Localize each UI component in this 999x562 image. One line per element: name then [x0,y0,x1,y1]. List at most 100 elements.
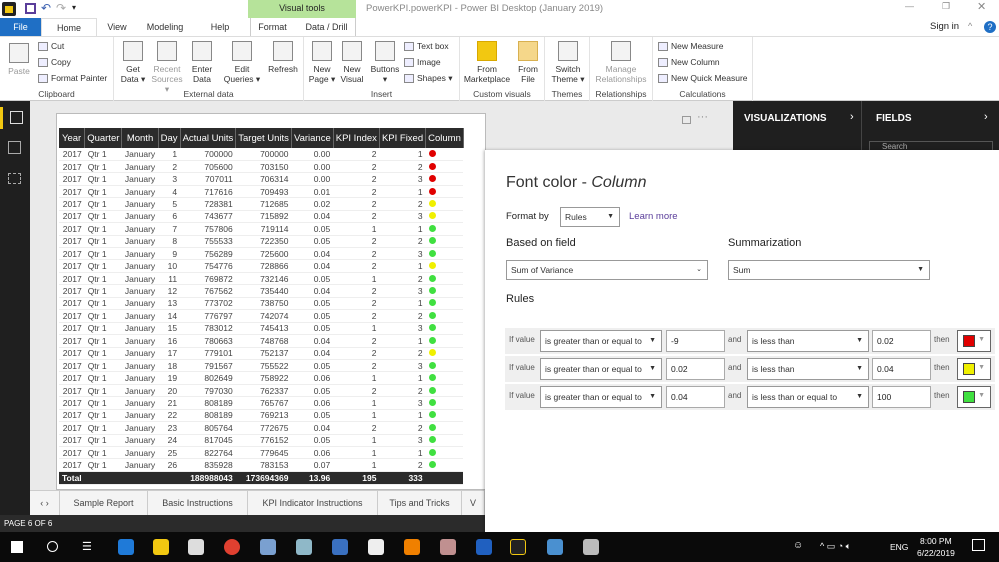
column-header[interactable]: Year [59,128,86,148]
table-visual[interactable]: ··· Year Quarter Month Day Actual Units Targe… [56,111,708,490]
learn-more-link[interactable]: Learn more [629,211,678,222]
rule-value-2-input[interactable]: 0.04 [872,358,931,380]
store-icon[interactable] [188,539,204,555]
app-icon[interactable] [332,539,348,555]
powershell-icon[interactable] [476,539,492,555]
column-header[interactable]: KPI Index [333,128,380,148]
enter-data-button[interactable]: Enter Data [188,41,216,84]
data-view-icon[interactable] [8,141,21,154]
rule-value-1-input[interactable]: 0.04 [666,386,725,408]
from-file-button[interactable]: From File [514,41,542,84]
format-by-select[interactable]: Rules ▼ [560,207,620,227]
help-icon[interactable]: ? [984,21,996,33]
refresh-button[interactable]: Refresh [266,41,300,74]
tab-modeling[interactable]: Modeling [140,18,190,36]
rule-value-1-input[interactable]: 0.02 [666,358,725,380]
new-column-button[interactable]: New Column [658,57,720,68]
new-visual-button[interactable]: New Visual [338,41,366,84]
manage-relationships-button[interactable]: Manage Relationships [592,41,650,84]
rule-operator-1-select[interactable]: is greater than or equal to ▼ [540,330,662,352]
column-header[interactable]: Target Units [235,128,292,148]
people-icon[interactable]: ☺ [793,540,803,551]
restore-button[interactable]: ❐ [942,1,950,12]
vlc-icon[interactable] [404,539,420,555]
column-header[interactable]: Actual Units [180,128,237,148]
rule-value-2-input[interactable]: 100 [872,386,931,408]
app-icon[interactable] [583,539,599,555]
new-measure-button[interactable]: New Measure [658,41,723,52]
tab-view[interactable]: View [100,18,134,36]
rule-operator-2-select[interactable]: is less than ▼ [747,358,869,380]
color-picker[interactable]: ▼ [957,386,991,408]
clock-time[interactable]: 8:00 PM [920,536,952,546]
mail-icon[interactable] [368,539,384,555]
focus-mode-icon[interactable] [682,116,691,124]
tab-data-drill[interactable]: Data / Drill [298,18,356,36]
app-icon[interactable] [260,539,276,555]
from-marketplace-button[interactable]: From Marketplace [462,41,512,84]
page-tab-sample-report[interactable]: Sample Report [60,491,148,516]
undo-icon[interactable]: ↶ [41,1,51,15]
chrome-icon[interactable] [224,539,240,555]
page-tab-basic-instructions[interactable]: Basic Instructions [148,491,248,516]
model-view-icon[interactable] [8,173,21,184]
rule-operator-1-select[interactable]: is greater than or equal to ▼ [540,358,662,380]
collapse-ribbon-icon[interactable]: ^ [968,21,972,31]
text-box-button[interactable]: Text box [404,41,449,52]
page-nav-arrows[interactable]: ‹ › [30,491,60,516]
tab-help[interactable]: Help [205,18,235,36]
close-button[interactable]: ✕ [977,0,986,13]
color-picker[interactable]: ▼ [957,358,991,380]
rule-value-2-input[interactable]: 0.02 [872,330,931,352]
collapse-visualizations-icon[interactable]: › [850,111,854,123]
app-icon[interactable] [440,539,456,555]
get-data-button[interactable]: Get Data ▾ [118,41,148,84]
minimize-button[interactable]: — [905,1,914,11]
page-tab-tips-and-tricks[interactable]: Tips and Tricks [378,491,462,516]
task-view-icon[interactable]: ☰ [82,540,92,553]
tab-home[interactable]: Home [41,18,97,36]
edge-icon[interactable] [118,539,134,555]
rule-value-1-input[interactable]: -9 [666,330,725,352]
based-on-field-select[interactable]: Sum of Variance ⌄ [506,260,708,280]
buttons-button[interactable]: Buttons ▾ [368,41,402,84]
column-header[interactable]: Column [425,128,464,148]
powerbi-taskbar-icon[interactable] [510,539,526,555]
new-quick-measure-button[interactable]: New Quick Measure [658,73,748,84]
column-header[interactable]: Quarter [84,128,123,148]
summarization-select[interactable]: Sum ▼ [728,260,930,280]
column-header[interactable]: Day [158,128,181,148]
more-options-icon[interactable]: ··· [697,111,708,123]
tab-file[interactable]: File [0,18,41,36]
paste-button[interactable]: Paste [6,41,32,76]
image-button[interactable]: Image [404,57,441,68]
language-indicator[interactable]: ENG [890,542,908,552]
clock-date[interactable]: 6/22/2019 [917,548,955,558]
rule-operator-1-select[interactable]: is greater than or equal to ▼ [540,386,662,408]
edit-queries-button[interactable]: Edit Queries ▾ [222,41,262,84]
quick-access-dropdown-icon[interactable]: ▾ [72,3,76,12]
column-header[interactable]: Variance [291,128,334,148]
column-header[interactable]: KPI Fixed [379,128,427,148]
page-tab-partial[interactable]: V [462,491,485,516]
tray-icons[interactable]: ^ ▭ ◔ 🔈︎ [820,541,851,552]
tab-format[interactable]: Format [250,18,294,36]
cut-button[interactable]: Cut [38,41,64,52]
color-picker[interactable]: ▼ [957,330,991,352]
new-page-button[interactable]: New Page ▾ [308,41,336,84]
app-icon[interactable] [296,539,312,555]
sign-in-link[interactable]: Sign in [930,21,959,32]
notifications-icon[interactable] [972,539,985,551]
file-explorer-icon[interactable] [153,539,169,555]
windows-start-icon[interactable] [11,541,23,553]
page-tab-kpi-indicator-instructions[interactable]: KPI Indicator Instructions [248,491,378,516]
collapse-fields-icon[interactable]: › [984,111,988,123]
app-icon[interactable] [547,539,563,555]
recent-sources-button[interactable]: Recent Sources ▾ [150,41,184,94]
format-painter-button[interactable]: Format Painter [38,73,107,84]
rule-operator-2-select[interactable]: is less than or equal to ▼ [747,386,869,408]
switch-theme-button[interactable]: Switch Theme ▾ [549,41,587,84]
report-view-icon[interactable] [0,107,30,129]
shapes-button[interactable]: Shapes ▾ [404,73,452,84]
cortana-search-icon[interactable] [47,541,58,552]
